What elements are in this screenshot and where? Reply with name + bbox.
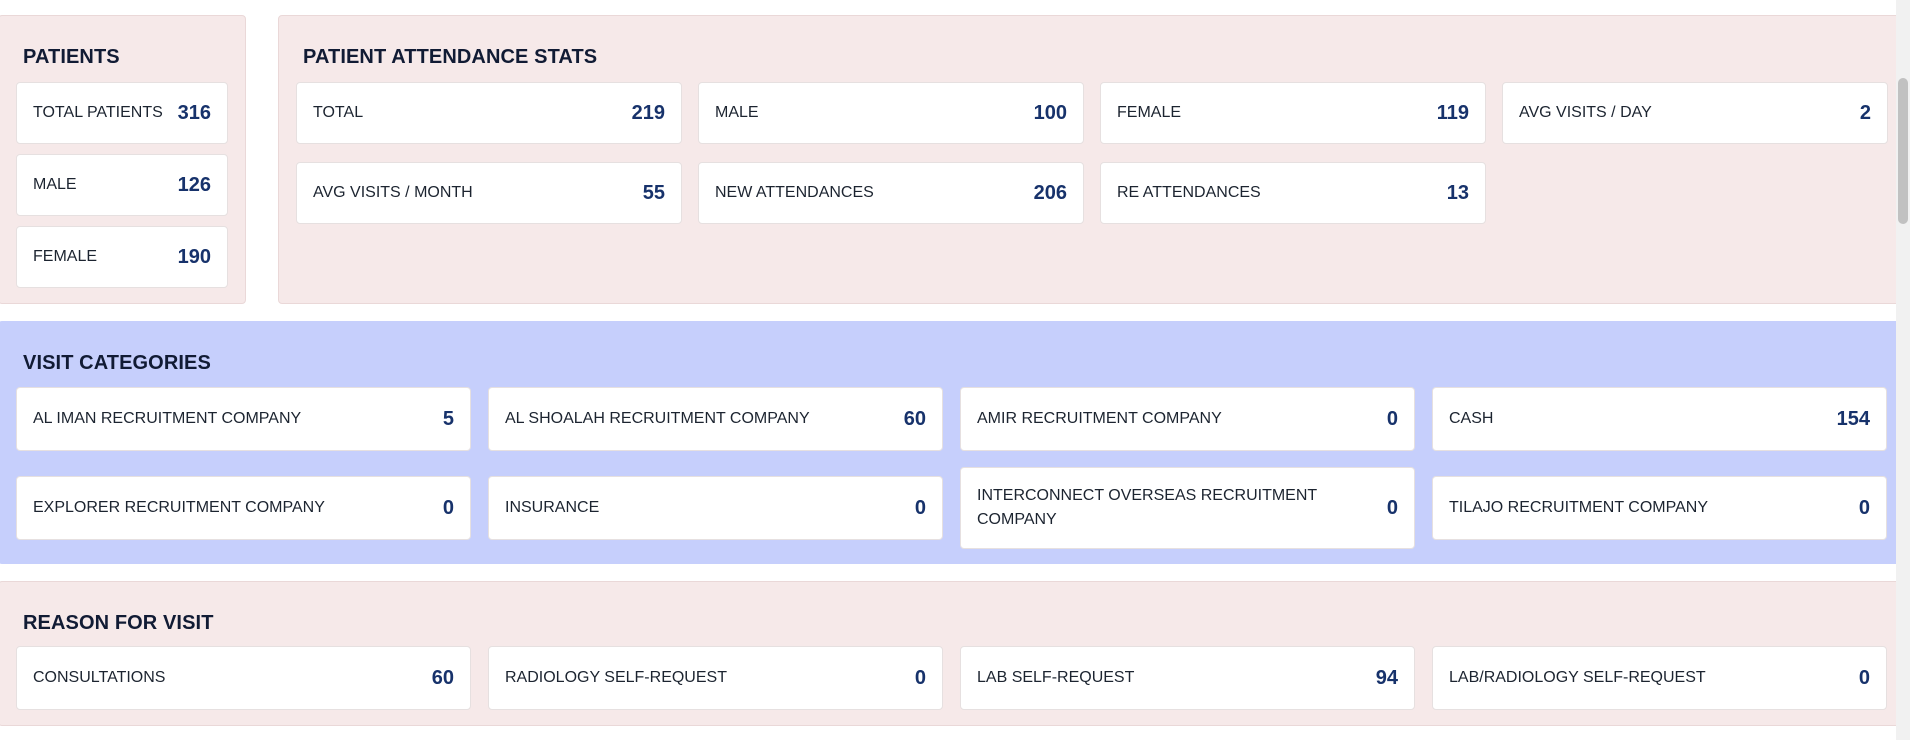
stat-label: AL IMAN RECRUITMENT COMPANY	[33, 410, 302, 427]
stat-label: CONSULTATIONS	[33, 669, 166, 686]
stat-card-new-attendances: NEW ATTENDANCES 206	[698, 162, 1084, 224]
stat-value: 219	[631, 101, 665, 124]
stat-card-female: FEMALE 190	[16, 226, 228, 288]
attendance-title: PATIENT ATTENDANCE STATS	[303, 46, 598, 68]
category-card-cash: CASH 154	[1432, 387, 1887, 451]
reason-for-visit-title: REASON FOR VISIT	[23, 612, 214, 634]
stat-value: 126	[177, 173, 211, 196]
stat-label: FEMALE	[33, 248, 98, 265]
stat-value: 60	[431, 666, 454, 689]
page-scrollbar[interactable]	[1896, 0, 1910, 740]
stat-label: AVG VISITS / MONTH	[313, 184, 473, 201]
stat-label: LAB/RADIOLOGY SELF-REQUEST	[1449, 669, 1706, 686]
visit-categories-title: VISIT CATEGORIES	[23, 352, 211, 374]
reason-card-consultations: CONSULTATIONS 60	[16, 646, 471, 710]
reason-for-visit-panel: REASON FOR VISIT CONSULTATIONS 60 RADIOL…	[0, 581, 1903, 726]
stat-label: AL SHOALAH RECRUITMENT COMPANY	[505, 410, 810, 427]
stat-value: 119	[1436, 101, 1469, 124]
category-card-interconnect: INTERCONNECT OVERSEAS RECRUITMENT COMPAN…	[960, 467, 1415, 549]
stat-label: NEW ATTENDANCES	[715, 184, 874, 201]
stat-value: 0	[1386, 407, 1398, 430]
stat-card-total-patients: TOTAL PATIENTS 316	[16, 82, 228, 144]
stat-label: MALE	[715, 104, 759, 121]
stat-value: 206	[1033, 181, 1067, 204]
stat-label: MALE	[33, 176, 77, 193]
stat-label: EXPLORER RECRUITMENT COMPANY	[33, 499, 325, 516]
stat-card-avg-visits-month: AVG VISITS / MONTH 55	[296, 162, 682, 224]
stat-label: TOTAL	[313, 104, 364, 121]
stat-value: 0	[1858, 666, 1870, 689]
stat-value: 94	[1375, 666, 1398, 689]
stat-label: TOTAL PATIENTS	[33, 104, 163, 121]
stat-value: 0	[914, 496, 926, 519]
stat-label: RADIOLOGY SELF-REQUEST	[505, 669, 727, 686]
stat-value: 2	[1859, 101, 1871, 124]
stat-label: RE ATTENDANCES	[1117, 184, 1261, 201]
stat-card-male: MALE 100	[698, 82, 1084, 144]
stat-label: AVG VISITS / DAY	[1519, 104, 1652, 121]
stat-value: 0	[1858, 496, 1870, 519]
stat-value: 154	[1836, 407, 1870, 430]
stat-card-avg-visits-day: AVG VISITS / DAY 2	[1502, 82, 1888, 144]
stat-value: 13	[1446, 181, 1469, 204]
stat-label: AMIR RECRUITMENT COMPANY	[977, 410, 1222, 427]
category-card-insurance: INSURANCE 0	[488, 476, 943, 540]
stat-card-re-attendances: RE ATTENDANCES 13	[1100, 162, 1486, 224]
stat-value: 0	[1386, 496, 1398, 519]
category-card-al-iman: AL IMAN RECRUITMENT COMPANY 5	[16, 387, 471, 451]
stat-value: 0	[442, 496, 454, 519]
stat-label: LAB SELF-REQUEST	[977, 669, 1135, 686]
patients-panel: PATIENTS TOTAL PATIENTS 316 MALE 126 FEM…	[0, 15, 246, 304]
stat-label: TILAJO RECRUITMENT COMPANY	[1449, 499, 1708, 516]
reason-card-lab-radiology: LAB/RADIOLOGY SELF-REQUEST 0	[1432, 646, 1887, 710]
stat-value: 100	[1033, 101, 1067, 124]
category-card-al-shoalah: AL SHOALAH RECRUITMENT COMPANY 60	[488, 387, 943, 451]
stat-label: INTERCONNECT OVERSEAS RECRUITMENT COMPAN…	[977, 487, 1317, 528]
visit-categories-panel: VISIT CATEGORIES AL IMAN RECRUITMENT COM…	[0, 321, 1903, 564]
category-card-explorer: EXPLORER RECRUITMENT COMPANY 0	[16, 476, 471, 540]
reason-card-radiology: RADIOLOGY SELF-REQUEST 0	[488, 646, 943, 710]
patients-title: PATIENTS	[23, 46, 120, 68]
stat-value: 60	[903, 407, 926, 430]
stat-value: 190	[177, 245, 211, 268]
stat-label: FEMALE	[1117, 104, 1182, 121]
stat-value: 0	[914, 666, 926, 689]
stat-value: 316	[177, 101, 211, 124]
stat-value: 5	[442, 407, 454, 430]
attendance-panel: PATIENT ATTENDANCE STATS TOTAL 219 MALE …	[278, 15, 1903, 304]
stat-card-total: TOTAL 219	[296, 82, 682, 144]
stat-card-male: MALE 126	[16, 154, 228, 216]
reason-card-lab: LAB SELF-REQUEST 94	[960, 646, 1415, 710]
stat-card-female: FEMALE 119	[1100, 82, 1486, 144]
stat-label: INSURANCE	[505, 499, 600, 516]
stat-value: 55	[642, 181, 665, 204]
category-card-tilajo: TILAJO RECRUITMENT COMPANY 0	[1432, 476, 1887, 540]
stat-label: CASH	[1449, 410, 1494, 427]
category-card-amir: AMIR RECRUITMENT COMPANY 0	[960, 387, 1415, 451]
scrollbar-thumb[interactable]	[1898, 78, 1908, 224]
